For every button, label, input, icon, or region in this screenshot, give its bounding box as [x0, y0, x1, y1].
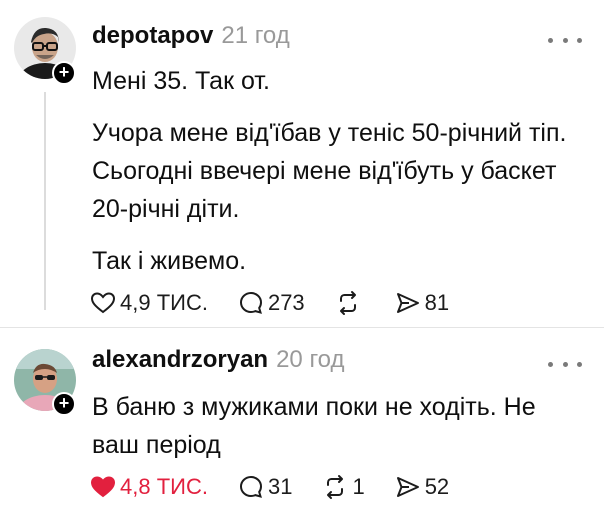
like-button[interactable]: 4,8 ТИС.	[90, 474, 208, 500]
heart-icon	[90, 292, 116, 314]
share-button[interactable]: 52	[395, 474, 449, 500]
comment-count: 273	[267, 290, 305, 315]
repost-button[interactable]	[335, 290, 365, 316]
post-header: alexandrzoryan 20 год	[92, 346, 345, 374]
heart-icon	[90, 476, 116, 498]
post: + alexandrzoryan 20 год В баню з мужикам…	[0, 328, 604, 531]
share-button[interactable]: 81	[395, 290, 449, 316]
post-paragraph: Мені 35. Так от.	[92, 67, 270, 95]
like-button[interactable]: 4,9 ТИС.	[90, 290, 208, 316]
comment-button[interactable]: 273	[238, 290, 305, 316]
comment-bubble-icon	[239, 475, 262, 498]
repost-icon	[327, 475, 344, 499]
follow-button[interactable]: +	[52, 392, 76, 416]
post-text: В баню з мужиками поки не ходіть. Не ваш…	[92, 388, 582, 464]
share-count: 81	[424, 290, 450, 315]
post-paragraph: В баню з мужиками поки не ходіть. Не ваш…	[92, 393, 536, 459]
repost-count: 1	[352, 474, 365, 499]
thread-line	[44, 92, 46, 310]
share-send-icon	[396, 477, 419, 497]
like-count: 4,9 ТИС.	[120, 290, 208, 315]
username[interactable]: alexandrzoryan	[92, 346, 268, 374]
share-count: 52	[424, 474, 450, 499]
timestamp: 20 год	[276, 346, 345, 373]
post-header: depotapov 21 год	[92, 22, 290, 50]
post-paragraph: Учора мене від'їбав у теніс 50-річний ті…	[92, 119, 567, 223]
username[interactable]: depotapov	[92, 22, 213, 50]
comment-bubble-icon	[239, 291, 262, 314]
repost-icon	[339, 291, 356, 315]
action-bar: 4,8 ТИС. 31 1 52	[90, 471, 479, 503]
more-dots-icon[interactable]	[548, 354, 582, 374]
post-text: Мені 35. Так от. Учора мене від'їбав у т…	[92, 62, 582, 280]
comment-button[interactable]: 31	[238, 474, 292, 500]
share-send-icon	[396, 293, 419, 313]
like-count: 4,8 ТИС.	[120, 474, 208, 499]
comment-count: 31	[267, 474, 293, 499]
post: + depotapov 21 год Мені 35. Так от. Учор…	[0, 0, 604, 328]
post-paragraph: Так і живемо.	[92, 247, 247, 275]
repost-button[interactable]: 1	[322, 474, 365, 500]
action-bar: 4,9 ТИС. 273 81	[90, 287, 479, 319]
timestamp: 21 год	[221, 22, 290, 49]
follow-button[interactable]: +	[52, 61, 76, 85]
more-dots-icon[interactable]	[548, 30, 582, 50]
